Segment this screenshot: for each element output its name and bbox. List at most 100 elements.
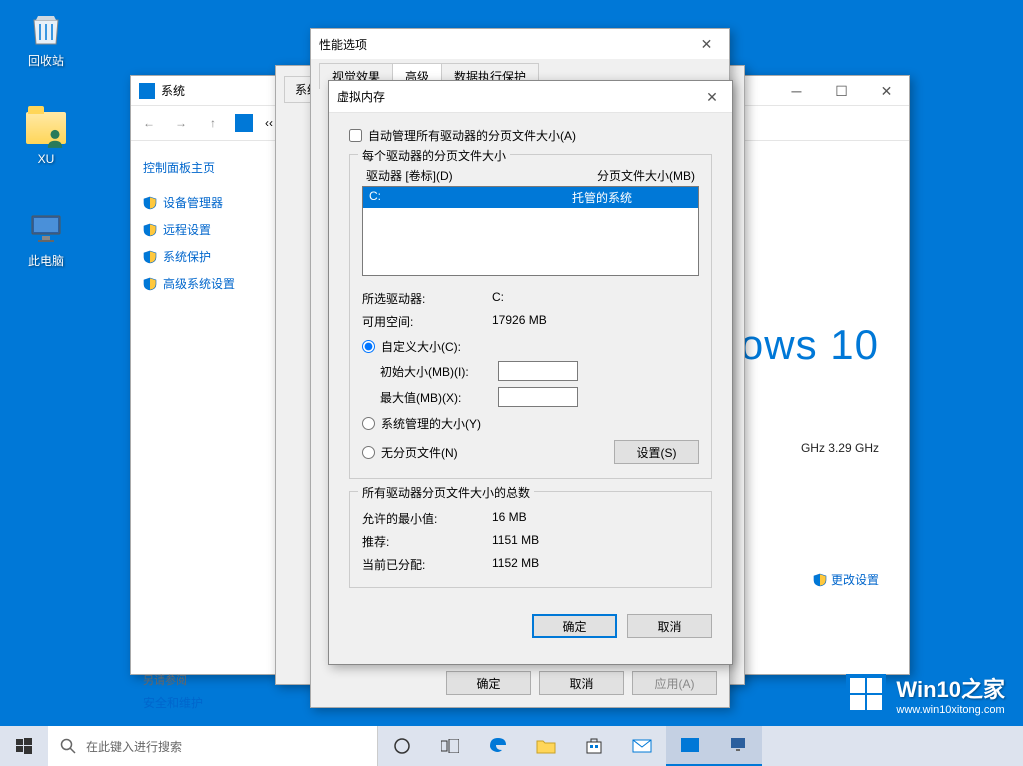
max-size-label: 最大值(MB)(X): xyxy=(380,389,490,406)
vm-title: 虚拟内存 xyxy=(337,88,385,105)
edge-icon xyxy=(488,736,508,756)
watermark-url: www.win10xitong.com xyxy=(896,704,1005,716)
folder-icon xyxy=(536,738,556,754)
search-placeholder: 在此键入进行搜索 xyxy=(86,738,182,755)
start-button[interactable] xyxy=(0,726,48,766)
custom-size-radio[interactable] xyxy=(362,340,375,353)
recommended-label: 推荐: xyxy=(362,533,492,550)
drive-row[interactable]: C: 托管的系统 xyxy=(363,187,698,208)
close-button[interactable]: ✕ xyxy=(684,29,729,59)
monitor-icon xyxy=(729,736,747,754)
shield-icon xyxy=(813,573,827,587)
per-drive-group: 每个驱动器的分页文件大小 驱动器 [卷标](D) 分页文件大小(MB) C: 托… xyxy=(349,154,712,479)
per-drive-group-title: 每个驱动器的分页文件大小 xyxy=(358,147,510,164)
free-space-value: 17926 MB xyxy=(492,313,547,330)
apply-button[interactable]: 应用(A) xyxy=(632,671,717,695)
set-button[interactable]: 设置(S) xyxy=(614,440,699,464)
maximize-button[interactable]: ☐ xyxy=(819,76,864,106)
sidebar-item-advanced-settings[interactable]: 高级系统设置 xyxy=(143,275,269,292)
app-icon xyxy=(681,738,699,752)
current-label: 当前已分配: xyxy=(362,556,492,573)
forward-button[interactable]: → xyxy=(171,113,191,133)
folder-icon xyxy=(26,108,66,148)
back-button[interactable]: ← xyxy=(139,113,159,133)
system-managed-radio[interactable] xyxy=(362,417,375,430)
virtual-memory-dialog: 虚拟内存 ✕ 自动管理所有驱动器的分页文件大小(A) 每个驱动器的分页文件大小 … xyxy=(328,80,733,665)
custom-size-label: 自定义大小(C): xyxy=(381,338,461,355)
totals-group-title: 所有驱动器分页文件大小的总数 xyxy=(358,484,534,501)
recommended-value: 1151 MB xyxy=(492,533,539,550)
totals-group: 所有驱动器分页文件大小的总数 允许的最小值: 16 MB 推荐: 1151 MB… xyxy=(349,491,712,588)
system-managed-label: 系统管理的大小(Y) xyxy=(381,415,481,432)
auto-manage-label: 自动管理所有驱动器的分页文件大小(A) xyxy=(368,127,576,144)
system-taskbar[interactable] xyxy=(714,726,762,766)
windows-brand-text: ows 10 xyxy=(740,321,879,369)
selected-drive-label: 所选驱动器: xyxy=(362,290,492,307)
free-space-label: 可用空间: xyxy=(362,313,492,330)
cancel-button[interactable]: 取消 xyxy=(627,614,712,638)
desktop-this-pc[interactable]: 此电脑 xyxy=(8,208,84,269)
taskbar: 在此键入进行搜索 xyxy=(0,726,1023,766)
shield-icon xyxy=(143,223,157,237)
system-window-title: 系统 xyxy=(161,82,185,99)
no-paging-label: 无分页文件(N) xyxy=(381,444,458,461)
control-panel-home-link[interactable]: 控制面板主页 xyxy=(143,159,269,176)
watermark-brand: Win10之家 xyxy=(896,677,1005,702)
chevron-icon: ‹‹ xyxy=(265,116,273,130)
watermark: Win10之家 www.win10xitong.com xyxy=(846,672,1005,716)
max-size-input[interactable] xyxy=(498,387,578,407)
min-allowed-value: 16 MB xyxy=(492,510,527,527)
minimize-button[interactable]: ─ xyxy=(774,76,819,106)
perf-window-title: 性能选项 xyxy=(319,36,367,53)
system-icon xyxy=(139,83,155,99)
perf-window-titlebar[interactable]: 性能选项 ✕ xyxy=(311,29,729,59)
sidebar-item-device-manager[interactable]: 设备管理器 xyxy=(143,194,269,211)
see-also-label: 另请参阅 xyxy=(143,672,269,688)
vm-titlebar[interactable]: 虚拟内存 ✕ xyxy=(329,81,732,113)
change-settings-link[interactable]: 更改设置 xyxy=(813,571,879,588)
see-also-link[interactable]: 安全和维护 xyxy=(143,694,269,711)
cancel-button[interactable]: 取消 xyxy=(539,671,624,695)
cpu-info-text: GHz 3.29 GHz xyxy=(801,441,879,455)
ok-button[interactable]: 确定 xyxy=(446,671,531,695)
initial-size-label: 初始大小(MB)(I): xyxy=(380,363,490,380)
control-panel-taskbar[interactable] xyxy=(666,726,714,766)
shield-icon xyxy=(143,250,157,264)
close-button[interactable]: ✕ xyxy=(864,76,909,106)
cortana-button[interactable] xyxy=(378,726,426,766)
close-button[interactable]: ✕ xyxy=(692,81,732,113)
explorer-button[interactable] xyxy=(522,726,570,766)
circle-icon xyxy=(393,737,411,755)
current-value: 1152 MB xyxy=(492,556,539,573)
initial-size-input[interactable] xyxy=(498,361,578,381)
search-icon xyxy=(60,738,76,754)
desktop-user-folder[interactable]: XU xyxy=(8,108,84,166)
monitor-icon xyxy=(26,208,66,248)
taskview-icon xyxy=(441,739,459,753)
store-icon xyxy=(585,737,603,755)
task-view-button[interactable] xyxy=(426,726,474,766)
shield-icon xyxy=(143,277,157,291)
mail-icon xyxy=(632,739,652,753)
sidebar-item-remote-settings[interactable]: 远程设置 xyxy=(143,221,269,238)
min-allowed-label: 允许的最小值: xyxy=(362,510,492,527)
windows-logo-icon xyxy=(16,738,32,754)
size-header-label: 分页文件大小(MB) xyxy=(597,167,695,184)
desktop-recycle-bin[interactable]: 回收站 xyxy=(8,8,84,69)
up-button[interactable]: ↑ xyxy=(203,113,223,133)
shield-icon xyxy=(143,196,157,210)
ok-button[interactable]: 确定 xyxy=(532,614,617,638)
drive-list[interactable]: C: 托管的系统 xyxy=(362,186,699,276)
mail-button[interactable] xyxy=(618,726,666,766)
drive-header-label: 驱动器 [卷标](D) xyxy=(366,167,453,184)
auto-manage-checkbox[interactable] xyxy=(349,129,362,142)
watermark-logo-icon xyxy=(846,674,886,714)
sidebar-item-system-protection[interactable]: 系统保护 xyxy=(143,248,269,265)
selected-drive-value: C: xyxy=(492,290,504,307)
store-button[interactable] xyxy=(570,726,618,766)
search-box[interactable]: 在此键入进行搜索 xyxy=(48,726,378,766)
no-paging-radio[interactable] xyxy=(362,446,375,459)
pc-icon xyxy=(235,114,253,132)
edge-button[interactable] xyxy=(474,726,522,766)
recycle-bin-icon xyxy=(26,8,66,48)
